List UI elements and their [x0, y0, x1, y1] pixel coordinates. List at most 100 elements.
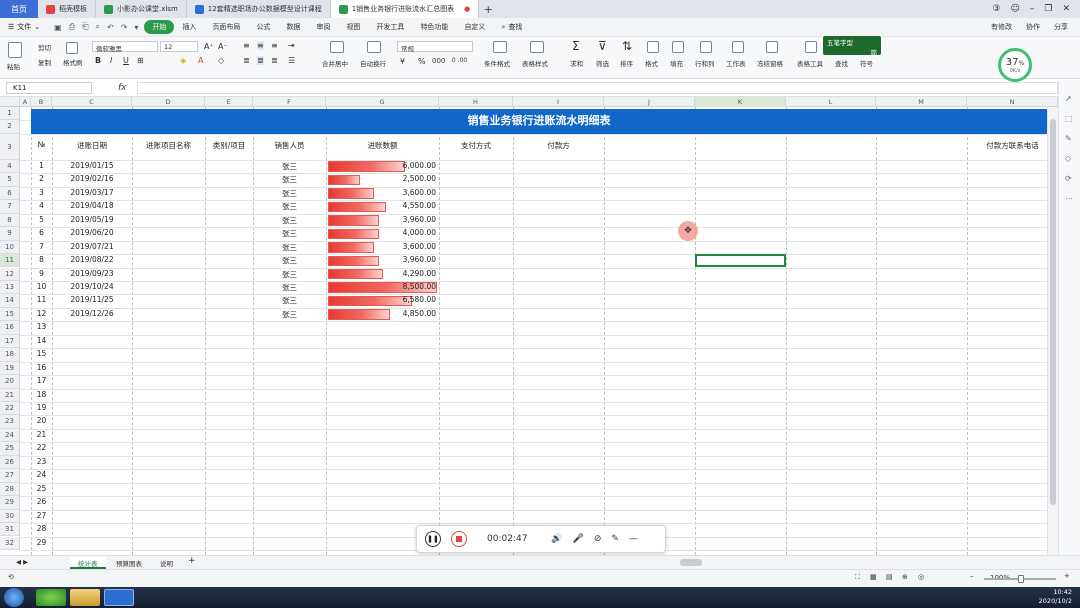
- column-header-k[interactable]: K: [695, 97, 786, 107]
- filter-button[interactable]: 筛选: [596, 58, 609, 68]
- sheet-tab-budget[interactable]: 预算图表: [108, 557, 150, 569]
- italic-icon[interactable]: I: [110, 56, 112, 65]
- pointer-icon[interactable]: ➚: [1065, 94, 1075, 104]
- function-icon[interactable]: fx: [118, 83, 127, 93]
- horizontal-scroll-thumb[interactable]: [680, 559, 702, 566]
- record-salesperson[interactable]: 张三: [253, 309, 326, 320]
- view-break-icon[interactable]: ⊕: [902, 573, 908, 581]
- menu-review[interactable]: 审阅: [308, 22, 338, 32]
- record-date[interactable]: 2019/09/23: [52, 269, 132, 278]
- row-header-3[interactable]: 3: [0, 133, 20, 160]
- record-number[interactable]: 8: [31, 255, 52, 264]
- share-button[interactable]: 分享: [1054, 22, 1068, 32]
- record-salesperson[interactable]: 张三: [253, 295, 326, 306]
- row-header-29[interactable]: 29: [0, 496, 20, 510]
- record-date[interactable]: 2019/08/22: [52, 255, 132, 264]
- empty-record-number[interactable]: 19: [31, 403, 52, 412]
- column-header-b[interactable]: B: [31, 97, 52, 107]
- row-header-23[interactable]: 23: [0, 415, 20, 429]
- column-header-d[interactable]: D: [132, 97, 205, 107]
- record-amount[interactable]: 8,500.00: [326, 282, 436, 291]
- record-number[interactable]: 7: [31, 242, 52, 251]
- empty-record-number[interactable]: 17: [31, 376, 52, 385]
- sum-icon[interactable]: Σ: [572, 39, 580, 53]
- table-tools-icon[interactable]: [805, 41, 817, 53]
- mic-muted-icon[interactable]: ⊘: [594, 534, 602, 544]
- menu-view[interactable]: 视图: [338, 22, 368, 32]
- view-grid-icon[interactable]: ▦: [870, 573, 877, 581]
- menu-custom[interactable]: 自定义: [456, 22, 493, 32]
- font-name-select[interactable]: 微软雅黑: [92, 41, 158, 53]
- formula-input[interactable]: [136, 82, 1058, 94]
- align-left-icon[interactable]: ≣: [243, 56, 250, 65]
- record-number[interactable]: 4: [31, 201, 52, 210]
- table-style-button[interactable]: 表格样式: [522, 58, 548, 68]
- menu-home[interactable]: 开始: [144, 20, 175, 34]
- customize-icon[interactable]: ▾: [134, 23, 138, 32]
- record-amount[interactable]: 4,850.00: [326, 309, 436, 318]
- format-painter-button[interactable]: 格式刷: [63, 57, 83, 67]
- row-header-12[interactable]: 12: [0, 267, 20, 281]
- menu-data[interactable]: 数据: [278, 22, 308, 32]
- row-header-19[interactable]: 19: [0, 361, 20, 376]
- grow-font-icon[interactable]: A⁺: [204, 42, 214, 51]
- menu-features[interactable]: 特色功能: [412, 22, 456, 32]
- tab-active-workbook[interactable]: 1销售业务银行进账流水汇总图表 ●: [330, 0, 480, 18]
- record-salesperson[interactable]: 张三: [253, 242, 326, 253]
- wrap-text-button[interactable]: 自动换行: [360, 58, 386, 68]
- record-salesperson[interactable]: 张三: [253, 228, 326, 239]
- record-number[interactable]: 5: [31, 215, 52, 224]
- sheet-tab-notes[interactable]: 说明: [152, 557, 181, 569]
- pen-icon[interactable]: ✎: [611, 534, 619, 544]
- freeze-button[interactable]: 冻结窗格: [757, 58, 783, 68]
- record-salesperson[interactable]: 张三: [253, 255, 326, 266]
- row-header-14[interactable]: 14: [0, 294, 20, 308]
- menu-page-layout[interactable]: 页面布局: [204, 22, 248, 32]
- shrink-font-icon[interactable]: A⁻: [218, 42, 228, 51]
- zoom-out-icon[interactable]: –: [970, 572, 974, 580]
- restore-icon[interactable]: ❐: [1044, 4, 1052, 14]
- row-col-button[interactable]: 行和列: [695, 58, 715, 68]
- sheet-title[interactable]: 销售业务银行进账流水明细表: [31, 109, 1047, 134]
- record-amount[interactable]: 4,550.00: [326, 201, 436, 210]
- row-header-27[interactable]: 27: [0, 469, 20, 483]
- row-header-10[interactable]: 10: [0, 240, 20, 255]
- record-number[interactable]: 1: [31, 161, 52, 170]
- zoom-in-icon[interactable]: +: [1064, 572, 1070, 580]
- percent-icon[interactable]: %: [418, 57, 426, 66]
- column-header-n[interactable]: N: [967, 97, 1058, 107]
- row-header-1[interactable]: 1: [0, 107, 20, 121]
- record-date[interactable]: 2019/05/19: [52, 215, 132, 224]
- record-date[interactable]: 2019/11/25: [52, 295, 132, 304]
- collaborate-button[interactable]: 协作: [1026, 22, 1040, 32]
- column-header-a[interactable]: A: [20, 97, 31, 107]
- empty-record-number[interactable]: 27: [31, 511, 52, 520]
- record-amount[interactable]: 6,000.00: [326, 161, 436, 170]
- empty-record-number[interactable]: 16: [31, 363, 52, 372]
- new-tab-button[interactable]: +: [479, 0, 497, 18]
- badge-icon[interactable]: ③: [992, 4, 1000, 14]
- empty-record-number[interactable]: 26: [31, 497, 52, 506]
- record-number[interactable]: 10: [31, 282, 52, 291]
- row-header-6[interactable]: 6: [0, 186, 20, 201]
- start-button[interactable]: [4, 588, 24, 607]
- header-cell[interactable]: 付款方: [513, 140, 604, 151]
- record-number[interactable]: 3: [31, 188, 52, 197]
- record-number[interactable]: 11: [31, 295, 52, 304]
- record-salesperson[interactable]: 张三: [253, 282, 326, 293]
- header-cell[interactable]: 类别/项目: [205, 140, 253, 151]
- browser-app-icon[interactable]: [36, 589, 66, 606]
- empty-record-number[interactable]: 28: [31, 524, 52, 533]
- freeze-icon[interactable]: [766, 41, 778, 53]
- header-cell[interactable]: 进账数额: [326, 140, 439, 151]
- paste-button[interactable]: 粘贴: [7, 61, 20, 71]
- header-cell[interactable]: №: [31, 140, 52, 149]
- column-header-h[interactable]: H: [439, 97, 513, 107]
- pause-button[interactable]: ❚❚: [425, 531, 441, 547]
- menu-formulas[interactable]: 公式: [248, 22, 278, 32]
- merge-center-icon[interactable]: [330, 41, 344, 53]
- align-center-icon[interactable]: ≣: [257, 56, 264, 65]
- row-header-31[interactable]: 31: [0, 523, 20, 537]
- empty-record-number[interactable]: 14: [31, 336, 52, 345]
- row-col-icon[interactable]: [700, 41, 712, 53]
